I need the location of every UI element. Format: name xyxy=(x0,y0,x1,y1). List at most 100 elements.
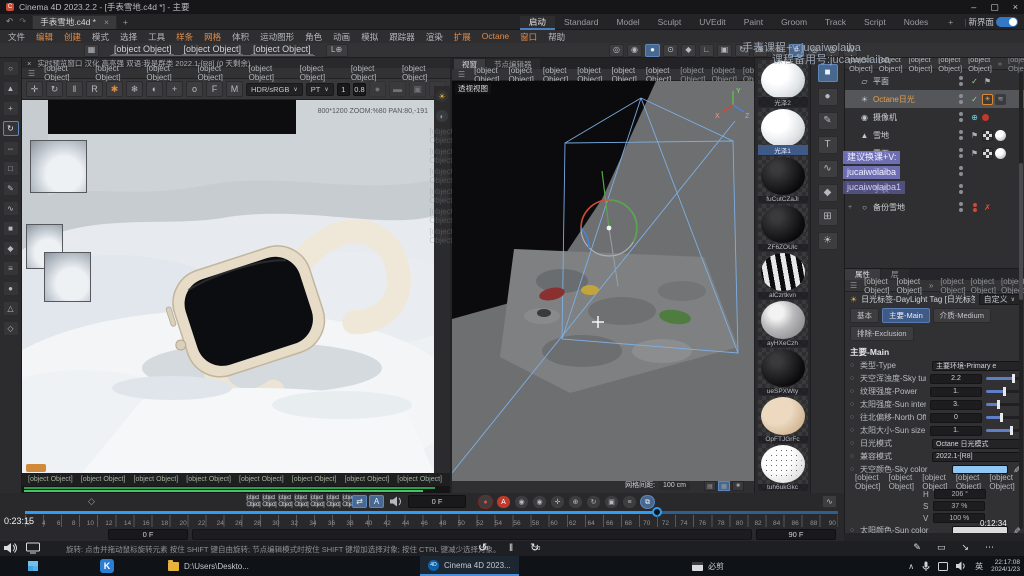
keyframe-dot[interactable]: ○ xyxy=(850,375,856,382)
add-layout-button[interactable]: + xyxy=(939,16,962,28)
octane-menu-item[interactable]: [object Object] xyxy=(351,64,393,82)
record-button[interactable]: ◉ xyxy=(532,495,547,509)
mode-toolbar-icon[interactable]: ◆ xyxy=(681,44,696,57)
object-row[interactable]: ▲ 雪地 ⚑ xyxy=(845,126,1024,144)
hamburger-icon[interactable]: ☰ xyxy=(850,281,857,290)
view-layout-icon[interactable]: ▦ xyxy=(718,481,730,491)
attribute-menu-item[interactable]: [object Object] xyxy=(897,277,922,295)
menu-item[interactable]: 网格 xyxy=(204,31,221,43)
parameter-slider[interactable] xyxy=(986,377,1020,380)
material-item[interactable]: 光泽2 xyxy=(758,60,808,107)
layout-tab[interactable]: Nodes xyxy=(895,16,938,28)
create-icon[interactable]: ✎ xyxy=(818,112,838,130)
app-icon-k[interactable]: K xyxy=(100,559,114,573)
material-item[interactable]: alCzrtkvn xyxy=(758,252,808,299)
tool-icon[interactable]: ↻ xyxy=(3,121,19,136)
sphere-tag-icon[interactable] xyxy=(995,148,1006,159)
menu-item[interactable]: 样条 xyxy=(176,31,193,43)
mode-toolbar-icon[interactable]: # xyxy=(771,44,786,57)
timeline-seekbar[interactable] xyxy=(25,511,838,514)
visibility-dots[interactable] xyxy=(959,76,963,86)
octane-dim-icon[interactable]: ● xyxy=(369,81,386,97)
parameter-value[interactable]: 3. xyxy=(930,400,982,410)
object-tags[interactable]: ⚑ xyxy=(969,148,1021,159)
annotate-icon[interactable]: ✎ xyxy=(913,542,921,553)
layout-tab[interactable]: Paint xyxy=(735,16,772,28)
object-menu-item[interactable]: [object Object] xyxy=(938,58,962,73)
minimize-button[interactable]: – xyxy=(971,2,976,13)
language-indicator[interactable]: 英 xyxy=(975,561,983,572)
mode-toolbar-icon[interactable]: ∟ xyxy=(699,44,714,57)
layout-tab[interactable]: Script xyxy=(855,16,895,28)
parameter-slider[interactable] xyxy=(986,416,1020,419)
menu-item[interactable]: Octane xyxy=(482,31,509,43)
tool-icon[interactable]: △ xyxy=(3,301,19,316)
keyframe-dot[interactable]: ○ xyxy=(850,453,856,460)
tool-icon[interactable]: + xyxy=(3,101,19,116)
loop-button[interactable]: ⇄ xyxy=(352,495,367,508)
octane-dim-icon[interactable]: ▣ xyxy=(409,81,426,97)
visibility-dots[interactable] xyxy=(959,94,963,104)
octane-tool-icon[interactable]: ✛ xyxy=(26,81,43,97)
tool-icon[interactable]: ▲ xyxy=(3,81,19,96)
parameter-slider[interactable] xyxy=(986,403,1020,406)
expand-icon[interactable]: + xyxy=(848,168,856,175)
record-button[interactable]: ✛ xyxy=(550,495,565,509)
octane-tool-icon[interactable]: ✱ xyxy=(106,81,123,97)
mode-toolbar-icon[interactable]: # xyxy=(789,44,804,57)
view-layout-icon[interactable]: ▤ xyxy=(704,481,716,491)
material-item[interactable]: OpFTJGrFc xyxy=(758,396,808,443)
samples-field[interactable]: 1 xyxy=(337,83,350,96)
keyframe-dot[interactable]: ○ xyxy=(850,388,856,395)
hsv-value[interactable]: 206 ° xyxy=(934,489,986,499)
attribute-tab[interactable]: 排除-Exclusion xyxy=(850,326,914,341)
keyframe-dot[interactable]: ○ xyxy=(850,362,856,369)
range-end-field[interactable]: 90 F xyxy=(756,529,836,540)
object-tags[interactable]: ✗ xyxy=(969,202,1021,213)
cloth-tag-icon[interactable]: ≋ xyxy=(995,94,1006,105)
close-button[interactable]: × xyxy=(1013,2,1018,13)
parameter-value[interactable]: 0 xyxy=(930,413,982,423)
more-icon[interactable]: » xyxy=(929,281,933,290)
transport-button[interactable]: [object Object] xyxy=(310,495,324,508)
start-button[interactable] xyxy=(28,561,38,571)
create-icon[interactable]: ☀ xyxy=(818,232,838,250)
octane-tool-icon[interactable]: F xyxy=(206,81,223,97)
octane-tool-icon[interactable]: ◐ xyxy=(146,81,163,97)
object-row[interactable]: ◉ 摄像机 ⊕ xyxy=(845,108,1024,126)
attribute-tab[interactable]: 介质-Medium xyxy=(933,308,991,323)
tab-close-icon[interactable]: × xyxy=(104,17,109,27)
parameter-value[interactable]: 主要环境-Primary e xyxy=(932,361,1020,371)
speaker-icon[interactable] xyxy=(956,561,967,571)
parameter-value[interactable]: 2022.1-[R8] xyxy=(932,452,1020,462)
octane-menu-item[interactable]: [object Object] xyxy=(44,64,86,82)
object-menu-item[interactable]: [object Object] xyxy=(909,58,933,73)
parameter-value[interactable]: Octane 日光模式 xyxy=(932,439,1020,449)
menu-item[interactable]: 扩展 xyxy=(454,31,471,43)
octane-tool-icon[interactable]: ↻ xyxy=(46,81,63,97)
mode-toolbar-icon[interactable]: ◎ xyxy=(807,44,822,57)
taskbar-item-folder[interactable]: D:\Users\Deskto... xyxy=(160,556,257,576)
layout-tab[interactable]: 启动 xyxy=(520,16,555,30)
mode-toolbar-icon[interactable]: ◎ xyxy=(825,44,840,57)
object-row[interactable]: + ○ 手表 xyxy=(845,180,1024,198)
menu-item[interactable]: 窗口 xyxy=(520,31,537,43)
parameter-value[interactable]: 2.2 xyxy=(930,374,982,384)
panel-icon[interactable] xyxy=(938,562,948,571)
color-mode-icon[interactable]: [object Object] xyxy=(855,473,881,491)
layout-tab[interactable]: Model xyxy=(607,16,648,28)
mic-icon[interactable] xyxy=(922,561,930,572)
tool-icon[interactable]: ○ xyxy=(3,61,19,76)
sphere-tag-icon[interactable] xyxy=(995,130,1006,141)
color-mode-icon[interactable]: [object Object] xyxy=(889,473,915,491)
taskbar-item-c4d[interactable]: 4D Cinema 4D 2023... xyxy=(420,556,519,576)
object-menu-item[interactable]: [object Object] xyxy=(849,58,873,73)
axis-lock-button[interactable]: [object Object] xyxy=(251,44,313,55)
rec-tag-icon[interactable] xyxy=(982,114,989,121)
octane-tool-icon[interactable]: + xyxy=(166,81,183,97)
redo-icon[interactable]: ↷ xyxy=(19,16,26,27)
record-button[interactable]: ↻ xyxy=(586,495,601,509)
menu-item[interactable]: 文件 xyxy=(8,31,25,43)
view-label[interactable]: 透视视图 xyxy=(455,83,491,94)
visibility-dots[interactable] xyxy=(959,112,963,122)
